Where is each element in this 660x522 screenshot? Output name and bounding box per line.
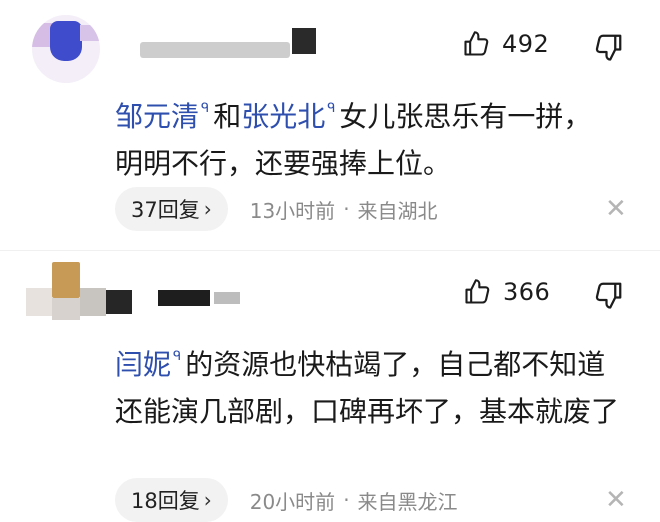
reply-count-label: 18回复: [131, 489, 200, 513]
comment-body: 的资源也快枯竭了，自己都不知道还能演几部剧，口碑再坏了，基本就废了: [115, 348, 620, 428]
comment-item: 366 闫妮 ᑫ 的资源也快枯竭了，自己都不知道还能演几部剧，口碑再坏了，基本就废了…: [0, 252, 660, 522]
location-label: 来自湖北: [357, 198, 438, 223]
thumbs-down-icon[interactable]: [594, 32, 624, 62]
comment-meta: 18回复 › 20小时前 · 来自黑龙江: [115, 478, 458, 522]
location-label: 来自黑龙江: [357, 489, 458, 514]
comment-item: 492 邹元清 ᑫ 和张光北 ᑫ 女儿张思乐有一拼，明明不行，还要强捧上位。 37回复 …: [0, 0, 660, 252]
thumbs-up-icon: [465, 279, 490, 304]
mention-link[interactable]: 张光北: [241, 100, 325, 133]
timestamp: 13小时前: [249, 198, 336, 223]
timestamp: 20小时前: [249, 489, 336, 514]
search-pin-icon: ᑫ: [173, 349, 182, 364]
reply-count-button[interactable]: 18回复 ›: [115, 478, 228, 522]
reply-count-button[interactable]: 37回复 ›: [115, 187, 228, 231]
comment-text: 邹元清 ᑫ 和张光北 ᑫ 女儿张思乐有一拼，明明不行，还要强捧上位。: [115, 85, 615, 187]
separator-dot: ·: [343, 488, 350, 512]
thumbs-up-icon: [464, 31, 489, 56]
avatar[interactable]: [26, 262, 134, 328]
mention-link[interactable]: 邹元清: [115, 100, 199, 133]
username-obscured[interactable]: [140, 28, 320, 58]
search-pin-icon: ᑫ: [201, 101, 210, 116]
search-pin-icon: ᑫ: [327, 101, 336, 116]
like-button[interactable]: 492: [462, 30, 549, 58]
close-icon[interactable]: ✕: [605, 487, 627, 513]
like-count: 366: [503, 278, 551, 306]
close-icon[interactable]: ✕: [605, 196, 627, 222]
comment-meta: 37回复 › 13小时前 · 来自湖北: [115, 187, 438, 231]
like-button[interactable]: 366: [463, 278, 550, 306]
thumbs-down-icon[interactable]: [594, 280, 624, 310]
chevron-right-icon: ›: [203, 488, 212, 512]
divider: [0, 250, 660, 251]
chevron-right-icon: ›: [203, 197, 212, 221]
username-obscured[interactable]: [158, 290, 248, 308]
like-count: 492: [502, 30, 550, 58]
comment-text: 闫妮 ᑫ 的资源也快枯竭了，自己都不知道还能演几部剧，口碑再坏了，基本就废了: [115, 333, 625, 435]
reply-count-label: 37回复: [131, 198, 200, 222]
comment-connector: 和: [213, 100, 242, 133]
separator-dot: ·: [343, 197, 350, 221]
mention-link[interactable]: 闫妮: [115, 348, 171, 381]
avatar[interactable]: [32, 15, 100, 83]
